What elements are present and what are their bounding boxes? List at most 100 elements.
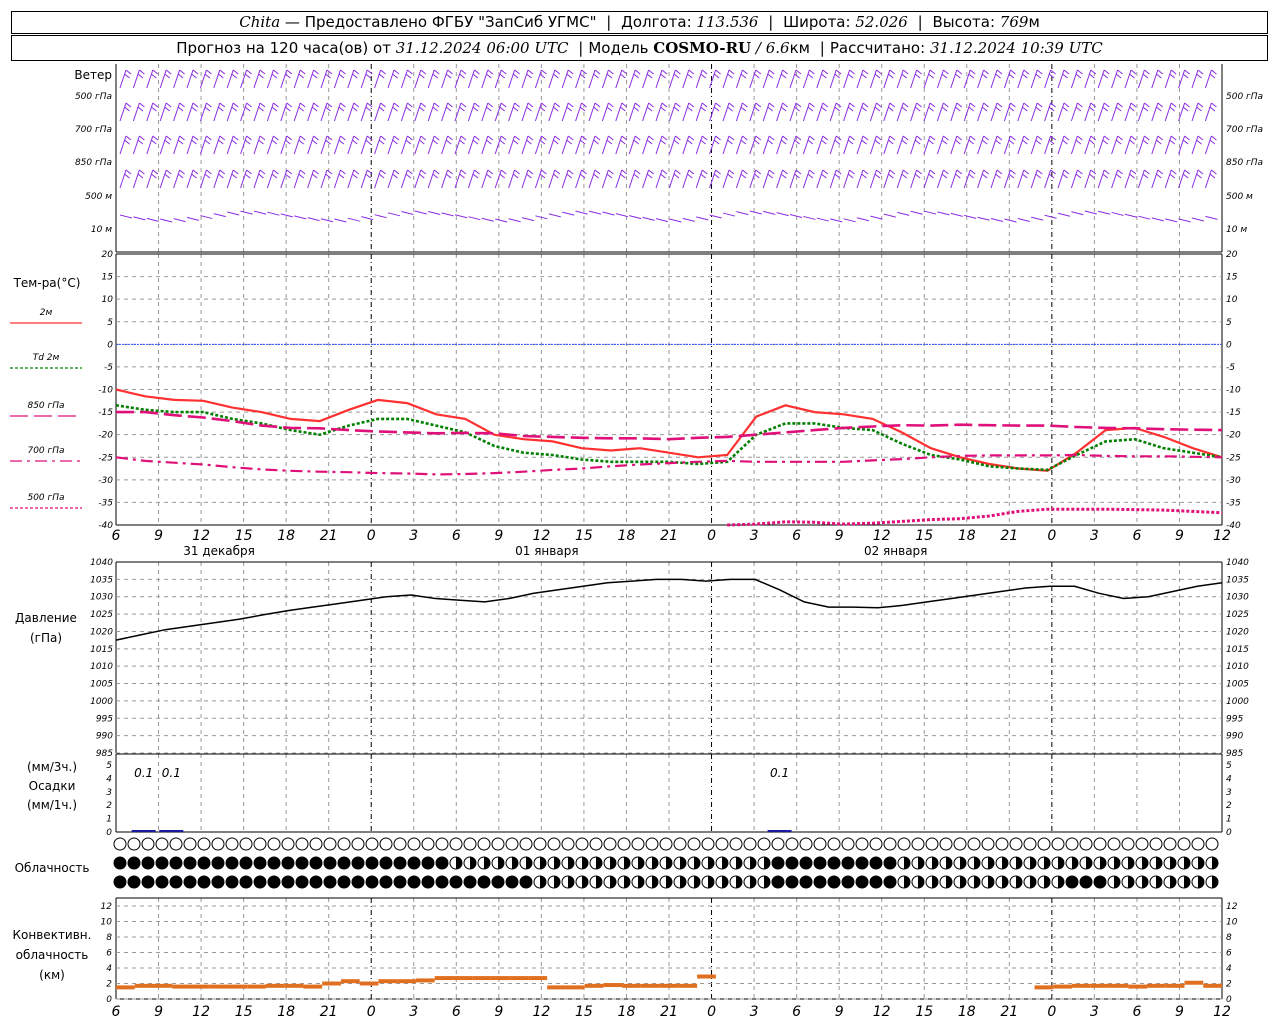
cloud-icon bbox=[687, 856, 701, 870]
conv-bar bbox=[1184, 980, 1204, 985]
cloud-icon bbox=[645, 837, 659, 851]
wind-barb bbox=[226, 69, 239, 89]
cloud-icon bbox=[379, 837, 393, 851]
wind-barb bbox=[1070, 69, 1083, 89]
wind-barb bbox=[1057, 102, 1070, 122]
temp-tick-right: -15 bbox=[1226, 408, 1241, 418]
cloud-icon bbox=[603, 837, 617, 851]
wind-barb bbox=[789, 135, 802, 155]
wind-barb-10m bbox=[1151, 217, 1164, 222]
cloud-icon bbox=[169, 875, 183, 889]
wind-barb bbox=[293, 102, 306, 122]
conv-bar bbox=[1203, 983, 1222, 988]
precip-unit-3h: (мм/3ч.) bbox=[27, 760, 77, 774]
cloud-icon bbox=[449, 856, 463, 870]
precip-tick-left: 0 bbox=[106, 828, 112, 838]
conv-bar bbox=[134, 983, 154, 988]
cloud-icon bbox=[197, 856, 211, 870]
wind-barb bbox=[494, 169, 507, 189]
time-tick-label: 21 bbox=[660, 528, 678, 544]
cloud-icon bbox=[379, 856, 393, 870]
wind-barb bbox=[481, 169, 494, 189]
wind-barb bbox=[199, 135, 212, 155]
precip-unit-1h: (мм/1ч.) bbox=[27, 798, 77, 812]
wind-barb bbox=[628, 69, 641, 89]
wind-barb bbox=[1044, 69, 1056, 89]
wind-barb bbox=[1097, 135, 1110, 155]
cloud-icon bbox=[1065, 837, 1079, 851]
wind-barb-10m bbox=[562, 211, 575, 216]
cloud-icon bbox=[673, 875, 687, 889]
cloud-icon bbox=[1051, 856, 1065, 870]
conv-bar bbox=[340, 979, 360, 984]
conv-bar bbox=[434, 976, 454, 981]
precip-title: Осадки bbox=[29, 779, 76, 793]
cloud-icon bbox=[491, 856, 505, 870]
wind-barb bbox=[575, 69, 587, 89]
cloud-icon bbox=[715, 875, 729, 889]
wind-barb bbox=[642, 135, 654, 155]
time-tick-label: 3 bbox=[1090, 528, 1099, 544]
wind-barb-10m bbox=[227, 211, 240, 216]
time-tick-label: 0 bbox=[707, 528, 716, 544]
wind-barb bbox=[521, 169, 534, 189]
cloud-icon bbox=[267, 875, 281, 889]
wind-barb-10m bbox=[1044, 214, 1057, 219]
wind-barb bbox=[494, 102, 507, 122]
time-tick-label: 18 bbox=[618, 1004, 636, 1020]
wind-barb bbox=[1017, 69, 1030, 89]
temp-tick-left: -15 bbox=[98, 408, 113, 418]
conv-bar bbox=[1128, 984, 1148, 989]
time-tick-label: 0 bbox=[1047, 528, 1056, 544]
pressure-tick-right: 1010 bbox=[1226, 662, 1249, 672]
conv-tick-left: 12 bbox=[101, 902, 113, 912]
wind-barb bbox=[950, 69, 963, 89]
wind-barb bbox=[923, 102, 936, 122]
cloud-icon bbox=[939, 875, 953, 889]
wind-barb-10m bbox=[696, 216, 709, 221]
cloud-icon bbox=[589, 875, 603, 889]
cloud-icon bbox=[197, 837, 211, 851]
wind-barb bbox=[910, 135, 922, 155]
wind-barb bbox=[387, 69, 400, 89]
wind-barb bbox=[601, 169, 614, 189]
cloud-icon bbox=[281, 837, 295, 851]
wind-barb bbox=[655, 135, 668, 155]
conv-bar bbox=[116, 985, 135, 990]
precip-annotation: 0.1 bbox=[162, 766, 181, 780]
time-tick-label: 6 bbox=[452, 1004, 461, 1020]
temp-tick-left: 0 bbox=[107, 340, 113, 350]
wind-barb bbox=[655, 169, 668, 189]
wind-barb bbox=[883, 69, 896, 89]
cloud-icon bbox=[1163, 875, 1177, 889]
temp-tick-right: -20 bbox=[1226, 431, 1241, 441]
wind-barb-10m bbox=[642, 216, 655, 221]
wind-barb bbox=[1044, 169, 1056, 189]
wind-barb bbox=[467, 169, 480, 189]
wind-barb bbox=[695, 169, 708, 189]
wind-barb bbox=[266, 69, 279, 89]
time-tick-label: 15 bbox=[235, 1004, 253, 1020]
wind-level-label-right: 700 гПа bbox=[1226, 125, 1263, 135]
wind-barb-10m bbox=[320, 218, 334, 223]
wind-barb bbox=[213, 169, 226, 189]
wind-barb-10m bbox=[1031, 216, 1044, 221]
wind-barb bbox=[400, 169, 413, 189]
cloud-icon bbox=[309, 875, 323, 889]
wind-barb bbox=[508, 169, 520, 189]
wind-barb-10m bbox=[883, 213, 896, 218]
wind-barb bbox=[990, 69, 1003, 89]
wind-barb bbox=[628, 169, 641, 189]
conv-bar bbox=[284, 983, 304, 988]
cloud-icon bbox=[547, 837, 561, 851]
wind-barb-10m bbox=[736, 211, 749, 216]
cloud-icon bbox=[869, 875, 883, 889]
cloud-icon bbox=[925, 837, 939, 851]
cloud-icon bbox=[617, 875, 631, 889]
wind-barb bbox=[521, 135, 534, 155]
time-tick-label: 9 bbox=[154, 1004, 163, 1020]
cloud-icon bbox=[771, 837, 785, 851]
cloud-icon bbox=[449, 875, 463, 889]
cloud-icon bbox=[925, 856, 939, 870]
wind-barb bbox=[414, 169, 427, 189]
